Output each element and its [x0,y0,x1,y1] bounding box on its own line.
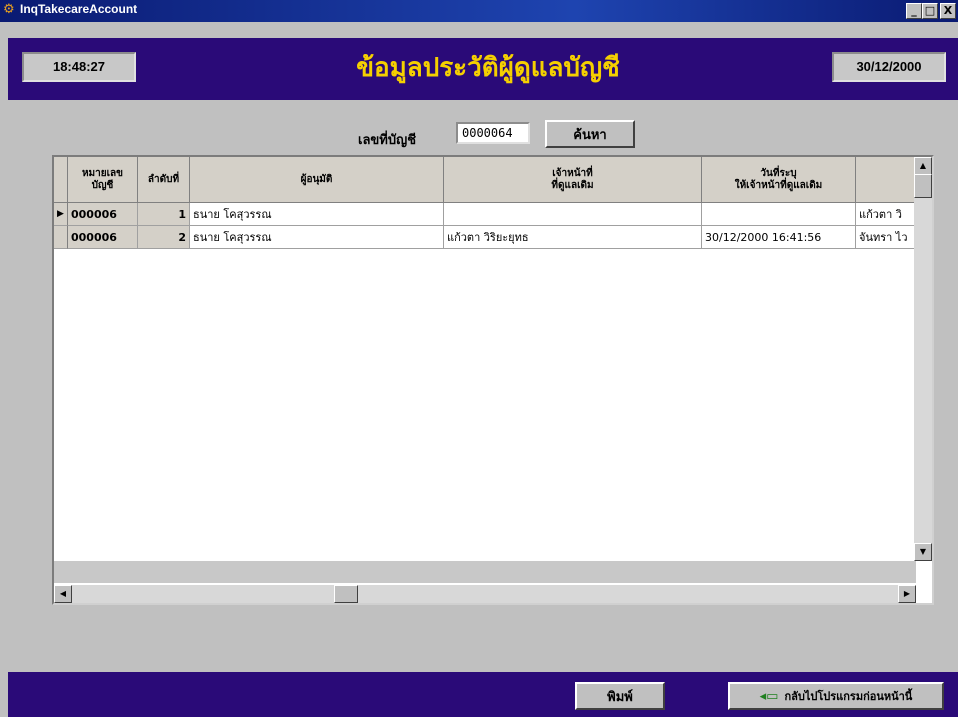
date-display: 30/12/2000 [832,52,946,82]
row-pointer-icon: ▶ [54,203,68,226]
cell-approver[interactable]: ธนาย โคสุวรรณ [190,203,444,226]
scroll-up-arrow-icon[interactable]: ▲ [914,157,932,175]
horizontal-scroll-thumb[interactable] [334,585,358,603]
close-button[interactable]: X [940,3,956,19]
scroll-down-arrow-icon[interactable]: ▼ [914,543,932,561]
account-number-label: เลขที่บัญชี [358,133,417,148]
table-row[interactable]: 000006 2 ธนาย โคสุวรรณ แก้วตา วิริยะยุทธ… [54,226,916,249]
maximize-button[interactable]: □ [922,3,938,19]
grid-empty-band [54,561,916,583]
cell-sequence[interactable]: 1 [138,203,190,226]
app-icon: ⚙ [3,2,15,17]
cell-previous-officer[interactable] [444,203,702,226]
cell-sequence[interactable]: 2 [138,226,190,249]
scroll-right-arrow-icon[interactable]: ▶ [898,585,916,603]
header-bar: 18:48:27 ข้อมูลประวัติผู้ดูแลบัญชี 30/12… [8,38,958,100]
vertical-scrollbar[interactable]: ▲ ▼ [914,157,932,561]
minimize-button[interactable]: _ [906,3,922,19]
footer-bar: พิมพ์ ◂▭ กลับไปโปรแกรมก่อนหน้านี้ [8,672,958,717]
table-row[interactable]: ▶ 000006 1 ธนาย โคสุวรรณ แก้วตา วิ [54,203,916,226]
page-title: ข้อมูลประวัติผู้ดูแลบัญชี [356,53,620,83]
back-to-previous-button[interactable]: ◂▭ กลับไปโปรแกรมก่อนหน้านี้ [728,682,944,710]
column-header-assigned-date[interactable]: วันที่ระบุ ให้เจ้าหน้าที่ดูแลเดิม [702,157,856,203]
horizontal-scrollbar[interactable]: ◀ ▶ [54,585,916,603]
history-grid[interactable]: หมายเลข บัญชี ลำดับที่ ผู้อนุมัติ เจ้าหน… [52,155,934,605]
row-indicator-header [54,157,68,203]
clock-display: 18:48:27 [22,52,136,82]
account-number-input[interactable] [456,122,530,144]
cell-approver[interactable]: ธนาย โคสุวรรณ [190,226,444,249]
vertical-scroll-thumb[interactable] [914,174,932,198]
column-header-extra[interactable] [856,157,916,203]
column-header-account-no[interactable]: หมายเลข บัญชี [68,157,138,203]
grid-header-row: หมายเลข บัญชี ลำดับที่ ผู้อนุมัติ เจ้าหน… [54,157,916,203]
cell-previous-officer[interactable]: แก้วตา วิริยะยุทธ [444,226,702,249]
scroll-left-arrow-icon[interactable]: ◀ [54,585,72,603]
column-header-approver[interactable]: ผู้อนุมัติ [190,157,444,203]
window-titlebar: ⚙ InqTakecareAccount _ □ X [0,0,958,22]
back-button-label: กลับไปโปรแกรมก่อนหน้านี้ [784,690,913,703]
cell-extra[interactable]: จันทรา ไว [856,226,916,249]
window-title: InqTakecareAccount [20,2,138,16]
cell-account-no[interactable]: 000006 [68,226,138,249]
row-indicator [54,226,68,249]
column-header-sequence[interactable]: ลำดับที่ [138,157,190,203]
search-button[interactable]: ค้นหา [545,120,635,148]
print-button[interactable]: พิมพ์ [575,682,665,710]
cell-assigned-date[interactable] [702,203,856,226]
column-header-previous-officer[interactable]: เจ้าหน้าที่ ที่ดูแลเดิม [444,157,702,203]
cell-extra[interactable]: แก้วตา วิ [856,203,916,226]
cell-account-no[interactable]: 000006 [68,203,138,226]
back-arrow-icon: ◂▭ [759,688,779,704]
cell-assigned-date[interactable]: 30/12/2000 16:41:56 [702,226,856,249]
